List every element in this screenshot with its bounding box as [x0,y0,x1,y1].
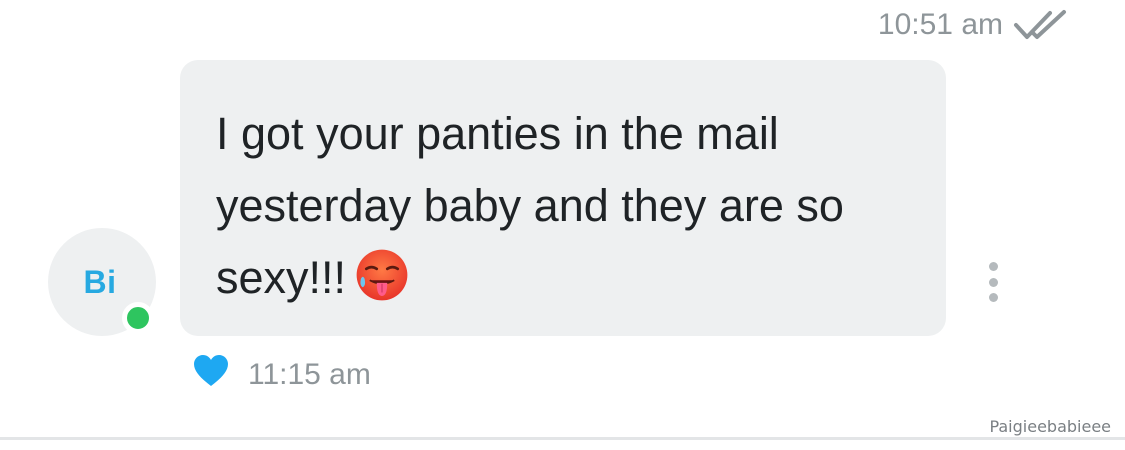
online-status-dot [122,302,154,334]
message-text: I got your panties in the mail yesterday… [216,108,844,303]
double-check-icon [1014,10,1066,39]
more-dot [988,277,998,287]
message-footer: 11:15 am [192,348,371,394]
avatar[interactable]: Bi [48,228,156,336]
message-text-block: I got your panties in the mail yesterday… [216,98,912,314]
more-options-button[interactable] [982,262,1004,302]
received-message-time: 11:15 am [248,358,371,391]
heart-icon[interactable] [192,353,230,389]
more-dot [988,262,998,271]
sent-message-meta: 10:51 am [878,6,1069,44]
avatar-initials: Bi [83,263,117,300]
more-dot [988,293,998,302]
chat-screen: 10:51 am Bi I got your panties in the ma… [0,0,1125,450]
watermark: Paigieebabieee [989,417,1111,436]
divider [0,437,1125,440]
sent-message-time: 10:51 am [877,8,1003,41]
message-bubble[interactable]: I got your panties in the mail yesterday… [180,60,946,336]
hot-face-emoji [356,249,408,301]
